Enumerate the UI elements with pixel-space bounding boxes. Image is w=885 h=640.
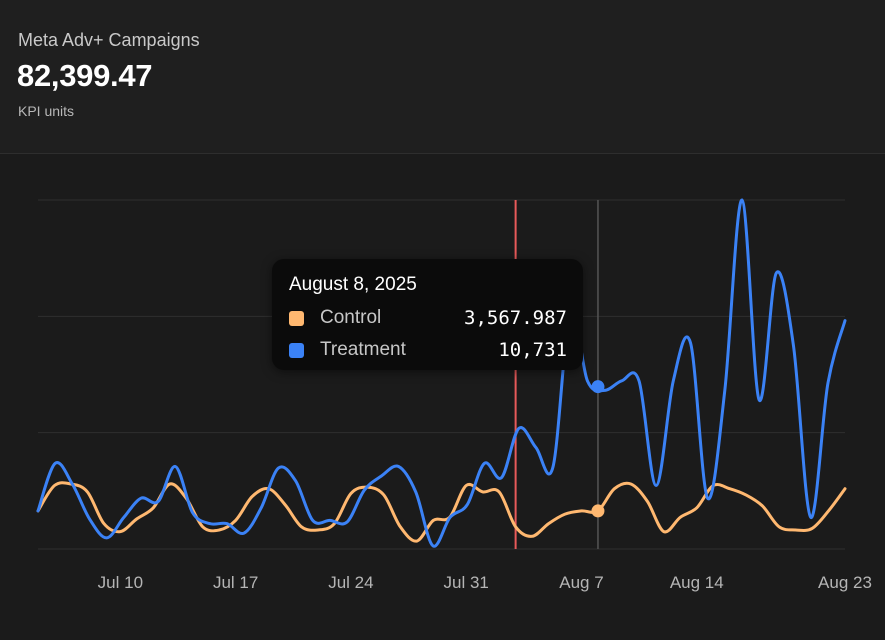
kpi-unit: KPI units [18,103,75,119]
series-line-treatment [36,198,847,548]
x-tick-label: Jul 10 [98,573,143,592]
x-tick-label: Jul 24 [328,573,373,592]
x-tick-label: Aug 14 [670,573,724,592]
chart-tooltip: August 8, 2025 Control 3,567.987 Treatme… [272,259,583,370]
tooltip-row-control: Control 3,567.987 [289,307,567,329]
kpi-value: 82,399.47 [17,58,153,93]
kpi-title: Meta Adv+ Campaigns [18,30,200,50]
x-tick-label: Jul 31 [444,573,489,592]
tooltip-series-value: 10,731 [498,339,567,361]
x-tick-label: Jul 17 [213,573,258,592]
tooltip-date: August 8, 2025 [289,274,417,295]
tooltip-row-treatment: Treatment 10,731 [289,339,567,361]
highlight-point-control [591,504,605,518]
control-swatch-icon [289,311,304,326]
line-chart[interactable]: Jul 10 Jul 17 Jul 24 Jul 31 Aug 7 Aug 14 Aug 2… [0,154,885,640]
x-tick-label: Aug 7 [559,573,603,592]
kpi-header: Meta Adv+ Campaigns 82,399.47 KPI units [0,0,885,154]
tooltip-series-name: Control [320,307,382,328]
tooltip-series-name: Treatment [320,339,406,360]
highlight-point-treatment [591,380,605,394]
x-tick-label: Aug 23 [818,573,872,592]
tooltip-series-value: 3,567.987 [464,307,567,329]
treatment-swatch-icon [289,343,304,358]
